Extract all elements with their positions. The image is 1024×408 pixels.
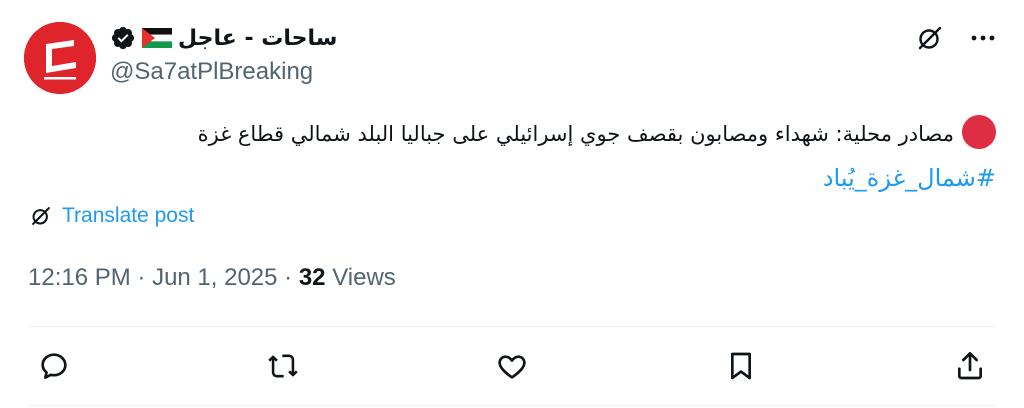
views-label: Views (325, 264, 396, 291)
grok-icon (32, 207, 50, 225)
verified-badge-icon[interactable] (110, 25, 136, 51)
share-button[interactable] (950, 346, 990, 386)
reply-icon (41, 353, 67, 379)
sahat-logo (24, 22, 96, 94)
views-count: 32 (298, 264, 326, 291)
user-handle[interactable]: @Sa7atPlBreaking (110, 58, 313, 86)
post-meta: 12:16 PM · Jun 1, 2025 · 32 Views (28, 264, 396, 292)
post-top-actions (916, 24, 996, 52)
red-circle-emoji (962, 115, 996, 149)
post-text: مصادر محلية: شهداء ومصابون بقصف جوي إسرا… (36, 112, 996, 200)
like-icon (498, 355, 526, 379)
meta-separator: · (277, 264, 299, 291)
repost-button[interactable] (263, 346, 303, 386)
hashtag-link[interactable]: #شمال_غزة_يُباد (36, 156, 996, 200)
divider (28, 405, 996, 406)
bookmark-icon (731, 352, 751, 380)
display-name[interactable]: ساحات - عاجل (178, 26, 337, 51)
author-name-row: ساحات - عاجل (110, 24, 337, 52)
like-button[interactable] (492, 346, 532, 386)
avatar[interactable] (24, 22, 96, 94)
translate-post-link[interactable]: Translate post (30, 204, 194, 228)
translate-label[interactable]: Translate post (62, 204, 194, 228)
post-time[interactable]: 12:16 PM (28, 264, 131, 292)
divider (28, 326, 996, 327)
bookmark-button[interactable] (721, 346, 761, 386)
grok-icon[interactable] (916, 24, 944, 52)
post-date[interactable]: Jun 1, 2025 (152, 264, 277, 292)
action-bar (34, 346, 990, 386)
more-options-icon[interactable] (970, 25, 996, 51)
share-icon (958, 352, 982, 380)
post-text-content: مصادر محلية: شهداء ومصابون بقصف جوي إسرا… (197, 122, 954, 146)
repost-icon (268, 354, 298, 378)
reply-button[interactable] (34, 346, 74, 386)
palestine-flag-icon (142, 28, 172, 48)
meta-separator: · (130, 264, 153, 291)
